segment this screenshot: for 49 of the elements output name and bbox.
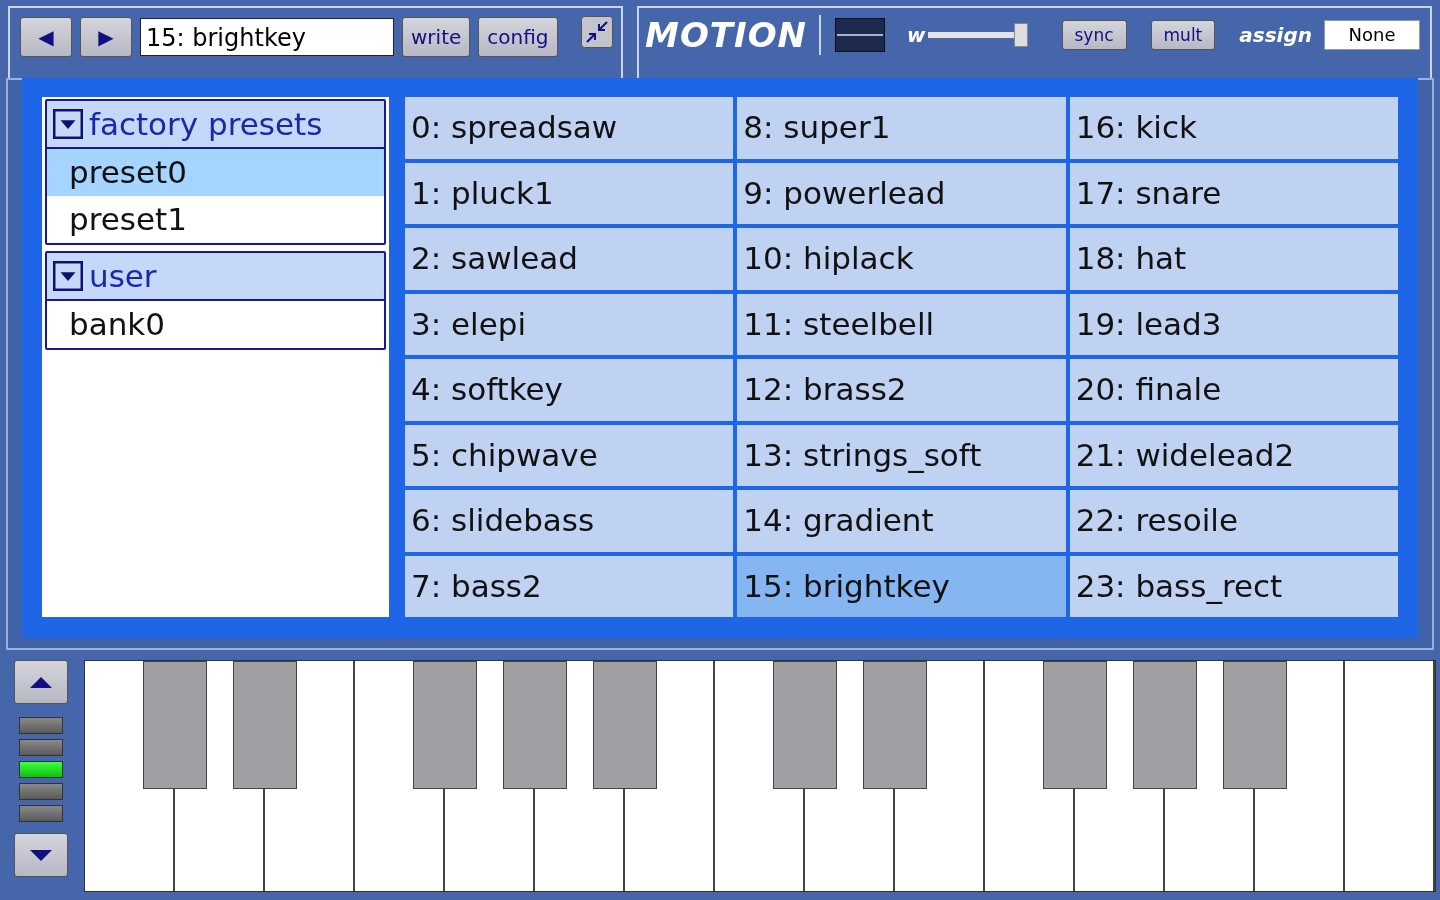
octave-up-button[interactable] bbox=[14, 660, 68, 704]
preset-item[interactable]: 16: kick bbox=[1069, 97, 1398, 159]
folder-label: factory presets bbox=[89, 106, 323, 142]
preset-item[interactable]: 20: finale bbox=[1069, 359, 1398, 421]
assign-dropdown[interactable]: None bbox=[1324, 20, 1420, 50]
preset-item[interactable]: 12: brass2 bbox=[737, 359, 1066, 421]
preset-item[interactable]: 17: snare bbox=[1069, 162, 1398, 224]
preset-item[interactable]: 7: bass2 bbox=[405, 555, 734, 617]
preset-item[interactable]: 13: strings_soft bbox=[737, 424, 1066, 486]
folder-label: user bbox=[89, 258, 157, 294]
preset-item[interactable]: 2: sawlead bbox=[405, 228, 734, 290]
preset-item[interactable]: 15: brightkey bbox=[737, 555, 1066, 617]
expand-icon[interactable] bbox=[53, 261, 83, 291]
section-title: MOTION bbox=[645, 15, 821, 55]
preset-item[interactable]: 11: steelbell bbox=[737, 293, 1066, 355]
preset-item[interactable]: 0: spreadsaw bbox=[405, 97, 734, 159]
preset-item[interactable]: 9: powerlead bbox=[737, 162, 1066, 224]
toggle-button[interactable]: sync bbox=[1061, 20, 1127, 50]
preset-item[interactable]: 5: chipwave bbox=[405, 424, 734, 486]
piano-keyboard[interactable] bbox=[84, 660, 1436, 892]
next-button[interactable]: ▶ bbox=[80, 17, 132, 57]
previous-button[interactable]: ◀ bbox=[20, 17, 72, 57]
down-arrow-icon bbox=[30, 849, 52, 861]
preset-item[interactable]: 4: softkey bbox=[405, 359, 734, 421]
preset-item[interactable]: 10: hiplack bbox=[737, 228, 1066, 290]
toggle-button[interactable]: mult bbox=[1150, 20, 1216, 50]
expand-icon[interactable] bbox=[53, 109, 83, 139]
toolbar-button[interactable]: config bbox=[478, 17, 558, 57]
preset-item[interactable]: 8: super1 bbox=[737, 97, 1066, 159]
folder-header[interactable]: user bbox=[47, 253, 384, 301]
preset-item[interactable]: 1: pluck1 bbox=[405, 162, 734, 224]
assign-label: assign bbox=[1239, 23, 1312, 47]
preset-item[interactable]: 22: resoile bbox=[1069, 490, 1398, 552]
waveform-display bbox=[835, 18, 885, 52]
folder-header[interactable]: factory presets bbox=[47, 101, 384, 149]
collapse-icon[interactable] bbox=[581, 16, 614, 48]
preset-name-field[interactable]: 15: brightkey bbox=[140, 18, 394, 56]
bank-item[interactable]: preset0 bbox=[47, 149, 384, 196]
preset-item[interactable]: 19: lead3 bbox=[1069, 293, 1398, 355]
preset-item[interactable]: 14: gradient bbox=[737, 490, 1066, 552]
preset-item[interactable]: 18: hat bbox=[1069, 228, 1398, 290]
preset-item[interactable]: 3: elepi bbox=[405, 293, 734, 355]
up-arrow-icon bbox=[30, 676, 52, 688]
preset-item[interactable]: 23: bass_rect bbox=[1069, 555, 1398, 617]
slider-label: w bbox=[907, 23, 926, 47]
preset-item[interactable]: 21: widelead2 bbox=[1069, 424, 1398, 486]
preset-item[interactable]: 6: slidebass bbox=[405, 490, 734, 552]
octave-down-button[interactable] bbox=[14, 833, 68, 877]
toolbar-button[interactable]: write bbox=[402, 17, 471, 57]
